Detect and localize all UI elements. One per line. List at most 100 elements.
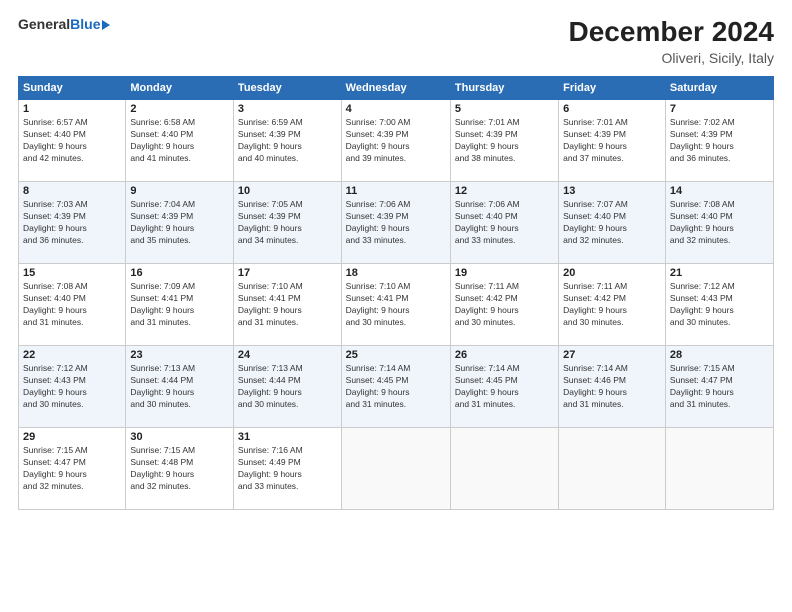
table-row: 5 Sunrise: 7:01 AMSunset: 4:39 PMDaylight… [450, 100, 558, 182]
table-row: 29 Sunrise: 7:15 AMSunset: 4:47 PMDayligh… [19, 428, 126, 510]
day-info: Sunrise: 7:07 AMSunset: 4:40 PMDaylight:… [563, 199, 661, 247]
day-number: 29 [23, 431, 121, 443]
table-row [559, 428, 666, 510]
day-number: 10 [238, 185, 337, 197]
logo-arrow-icon [102, 20, 110, 30]
table-row: 8 Sunrise: 7:03 AMSunset: 4:39 PMDaylight… [19, 182, 126, 264]
col-friday: Friday [559, 77, 666, 100]
table-row: 2Sunrise: 6:58 AMSunset: 4:40 PMDaylight… [126, 100, 234, 182]
day-number: 24 [238, 349, 337, 361]
calendar-table: Sunday Monday Tuesday Wednesday Thursday… [18, 76, 774, 510]
day-number: 21 [670, 267, 769, 279]
day-number: 18 [346, 267, 446, 279]
logo-blue: Blue [70, 16, 100, 32]
table-row: 15Sunrise: 7:08 AMSunset: 4:40 PMDayligh… [19, 264, 126, 346]
main-title: December 2024 [569, 16, 774, 48]
day-info: Sunrise: 7:14 AMSunset: 4:45 PMDaylight:… [455, 363, 554, 411]
day-info: Sunrise: 7:11 AMSunset: 4:42 PMDaylight:… [563, 281, 661, 329]
table-row: 20Sunrise: 7:11 AMSunset: 4:42 PMDayligh… [559, 264, 666, 346]
logo-text: General Blue [18, 16, 110, 32]
day-number: 28 [670, 349, 769, 361]
header: General Blue December 2024 Oliveri, Sici… [18, 16, 774, 66]
day-number: 4 [346, 103, 446, 115]
day-info: Sunrise: 7:03 AMSunset: 4:39 PMDaylight:… [23, 199, 121, 247]
day-number: 6 [563, 103, 661, 115]
table-row: 9 Sunrise: 7:04 AMSunset: 4:39 PMDaylight… [126, 182, 234, 264]
col-monday: Monday [126, 77, 234, 100]
table-row: 17Sunrise: 7:10 AMSunset: 4:41 PMDayligh… [233, 264, 341, 346]
subtitle: Oliveri, Sicily, Italy [569, 50, 774, 66]
table-row: 28 Sunrise: 7:15 AMSunset: 4:47 PMDayligh… [665, 346, 773, 428]
col-thursday: Thursday [450, 77, 558, 100]
table-row: 22Sunrise: 7:12 AMSunset: 4:43 PMDayligh… [19, 346, 126, 428]
day-info: Sunrise: 7:11 AMSunset: 4:42 PMDaylight:… [455, 281, 554, 329]
day-info: Sunrise: 7:06 AMSunset: 4:40 PMDaylight:… [455, 199, 554, 247]
table-row: 10 Sunrise: 7:05 AMSunset: 4:39 PMDayligh… [233, 182, 341, 264]
col-sunday: Sunday [19, 77, 126, 100]
table-row: 25Sunrise: 7:14 AMSunset: 4:45 PMDayligh… [341, 346, 450, 428]
col-wednesday: Wednesday [341, 77, 450, 100]
day-number: 12 [455, 185, 554, 197]
col-saturday: Saturday [665, 77, 773, 100]
table-row: 4 Sunrise: 7:00 AMSunset: 4:39 PMDaylight… [341, 100, 450, 182]
logo-general: General [18, 16, 70, 32]
day-number: 3 [238, 103, 337, 115]
calendar-header-row: Sunday Monday Tuesday Wednesday Thursday… [19, 77, 774, 100]
table-row: 24 Sunrise: 7:13 AMSunset: 4:44 PMDayligh… [233, 346, 341, 428]
day-info: Sunrise: 7:05 AMSunset: 4:39 PMDaylight:… [238, 199, 337, 247]
day-number: 22 [23, 349, 121, 361]
logo: General Blue [18, 16, 110, 32]
day-number: 9 [130, 185, 229, 197]
day-number: 31 [238, 431, 337, 443]
day-number: 8 [23, 185, 121, 197]
table-row: 23 Sunrise: 7:13 AMSunset: 4:44 PMDayligh… [126, 346, 234, 428]
day-number: 19 [455, 267, 554, 279]
table-row: 7Sunrise: 7:02 AMSunset: 4:39 PMDaylight… [665, 100, 773, 182]
calendar-week-2: 8 Sunrise: 7:03 AMSunset: 4:39 PMDaylight… [19, 182, 774, 264]
day-info: Sunrise: 7:15 AMSunset: 4:47 PMDaylight:… [670, 363, 769, 411]
day-number: 30 [130, 431, 229, 443]
day-number: 1 [23, 103, 121, 115]
table-row: 3 Sunrise: 6:59 AMSunset: 4:39 PMDaylight… [233, 100, 341, 182]
day-info: Sunrise: 6:57 AMSunset: 4:40 PMDaylight:… [23, 117, 121, 165]
day-info: Sunrise: 6:59 AMSunset: 4:39 PMDaylight:… [238, 117, 337, 165]
day-number: 25 [346, 349, 446, 361]
calendar-week-1: 1 Sunrise: 6:57 AMSunset: 4:40 PMDaylight… [19, 100, 774, 182]
table-row: 19 Sunrise: 7:11 AMSunset: 4:42 PMDayligh… [450, 264, 558, 346]
calendar-week-5: 29 Sunrise: 7:15 AMSunset: 4:47 PMDayligh… [19, 428, 774, 510]
title-block: December 2024 Oliveri, Sicily, Italy [569, 16, 774, 66]
day-number: 11 [346, 185, 446, 197]
table-row [450, 428, 558, 510]
day-info: Sunrise: 7:08 AMSunset: 4:40 PMDaylight:… [23, 281, 121, 329]
day-info: Sunrise: 7:15 AMSunset: 4:47 PMDaylight:… [23, 445, 121, 493]
day-number: 23 [130, 349, 229, 361]
day-info: Sunrise: 7:01 AMSunset: 4:39 PMDaylight:… [455, 117, 554, 165]
day-info: Sunrise: 7:09 AMSunset: 4:41 PMDaylight:… [130, 281, 229, 329]
table-row: 18 Sunrise: 7:10 AMSunset: 4:41 PMDayligh… [341, 264, 450, 346]
day-number: 7 [670, 103, 769, 115]
table-row: 16Sunrise: 7:09 AMSunset: 4:41 PMDayligh… [126, 264, 234, 346]
table-row: 13 Sunrise: 7:07 AMSunset: 4:40 PMDayligh… [559, 182, 666, 264]
day-info: Sunrise: 7:01 AMSunset: 4:39 PMDaylight:… [563, 117, 661, 165]
day-info: Sunrise: 7:04 AMSunset: 4:39 PMDaylight:… [130, 199, 229, 247]
day-info: Sunrise: 7:10 AMSunset: 4:41 PMDaylight:… [346, 281, 446, 329]
day-info: Sunrise: 7:13 AMSunset: 4:44 PMDaylight:… [238, 363, 337, 411]
day-number: 13 [563, 185, 661, 197]
table-row: 14Sunrise: 7:08 AMSunset: 4:40 PMDayligh… [665, 182, 773, 264]
day-info: Sunrise: 6:58 AMSunset: 4:40 PMDaylight:… [130, 117, 229, 165]
day-info: Sunrise: 7:15 AMSunset: 4:48 PMDaylight:… [130, 445, 229, 493]
day-info: Sunrise: 7:10 AMSunset: 4:41 PMDaylight:… [238, 281, 337, 329]
day-number: 27 [563, 349, 661, 361]
day-number: 5 [455, 103, 554, 115]
table-row: 1 Sunrise: 6:57 AMSunset: 4:40 PMDaylight… [19, 100, 126, 182]
day-info: Sunrise: 7:14 AMSunset: 4:46 PMDaylight:… [563, 363, 661, 411]
col-tuesday: Tuesday [233, 77, 341, 100]
table-row: 12 Sunrise: 7:06 AMSunset: 4:40 PMDayligh… [450, 182, 558, 264]
page: General Blue December 2024 Oliveri, Sici… [0, 0, 792, 612]
day-info: Sunrise: 7:16 AMSunset: 4:49 PMDaylight:… [238, 445, 337, 493]
day-info: Sunrise: 7:13 AMSunset: 4:44 PMDaylight:… [130, 363, 229, 411]
day-info: Sunrise: 7:06 AMSunset: 4:39 PMDaylight:… [346, 199, 446, 247]
day-info: Sunrise: 7:08 AMSunset: 4:40 PMDaylight:… [670, 199, 769, 247]
day-info: Sunrise: 7:00 AMSunset: 4:39 PMDaylight:… [346, 117, 446, 165]
table-row: 21Sunrise: 7:12 AMSunset: 4:43 PMDayligh… [665, 264, 773, 346]
